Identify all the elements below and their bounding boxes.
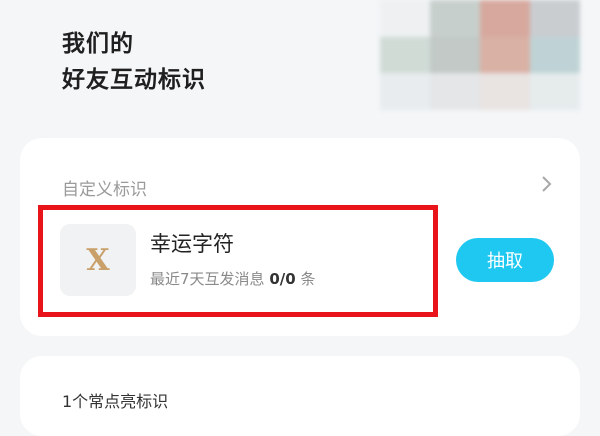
draw-button[interactable]: 抽取 [456, 238, 554, 282]
mosaic-tile [480, 36, 530, 74]
badge-char: X [86, 242, 110, 278]
page-title-line-2: 好友互动标识 [62, 67, 206, 93]
message-count: 0/0 [269, 270, 296, 288]
chevron-right-icon[interactable] [536, 174, 556, 194]
mosaic-tile [530, 0, 580, 37]
next-section-label: 1个常点亮标识 [62, 392, 169, 411]
page-header: 我们的 好友互动标识 [62, 26, 206, 98]
lucky-char-badge-icon: X [60, 224, 136, 296]
mosaic-tile [380, 0, 430, 37]
next-section-card: 1个常点亮标识 [20, 356, 580, 436]
mosaic-tile [530, 36, 580, 74]
subtitle-prefix: 最近7天互发消息 [150, 270, 265, 288]
mosaic-tile [530, 73, 580, 110]
mosaic-tile [430, 0, 480, 37]
count-unit: 条 [300, 270, 316, 288]
item-title: 幸运字符 [150, 232, 234, 256]
section-label: 自定义标识 [62, 180, 147, 200]
item-subtitle: 最近7天互发消息 0/0 条 [150, 268, 315, 289]
mosaic-tile [380, 36, 430, 74]
custom-identifier-card: 自定义标识 X 幸运字符 最近7天互发消息 0/0 条 抽取 [20, 138, 580, 336]
mosaic-tile [480, 0, 530, 37]
blurred-avatar-area [380, 0, 580, 110]
page-title-line-1: 我们的 [62, 31, 134, 57]
mosaic-tile [430, 36, 480, 74]
mosaic-tile [380, 73, 430, 110]
mosaic-tile [480, 73, 530, 110]
mosaic-tile [430, 73, 480, 110]
